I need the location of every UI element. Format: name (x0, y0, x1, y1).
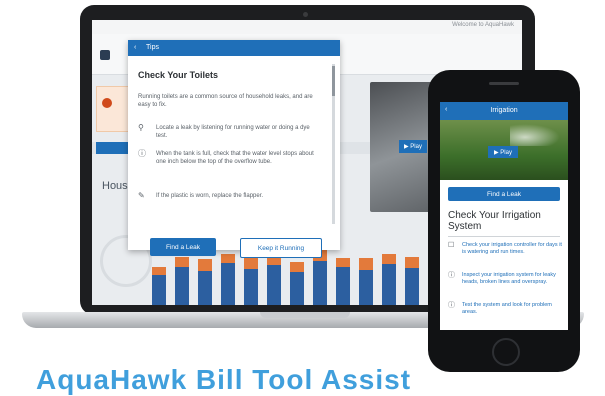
chart-bar (221, 254, 235, 305)
chart-bar (336, 258, 350, 305)
phone-title: Check Your Irrigation System (448, 210, 541, 232)
bar-segment-top (359, 258, 373, 270)
bar-segment-bottom (198, 271, 212, 305)
chart-bar (290, 262, 304, 305)
phone-screen: ‹ Irrigation ▶ Play Find a Leak Check Yo… (440, 102, 568, 330)
chart-bar (267, 252, 281, 305)
chart-bar (405, 257, 419, 305)
alert-icon (102, 98, 112, 108)
find-leak-button[interactable]: Find a Leak (150, 238, 216, 256)
home-button[interactable] (492, 338, 520, 366)
bar-segment-bottom (221, 263, 235, 305)
bar-segment-bottom (267, 265, 281, 305)
bar-segment-top (221, 254, 235, 263)
logo-icon (100, 50, 110, 60)
nav-tab-home[interactable] (96, 142, 132, 154)
modal-intro: Running toilets are a common source of h… (138, 94, 313, 108)
tips-modal: ‹ Tips Check Your Toilets Running toilet… (128, 40, 340, 258)
bar-segment-bottom (313, 261, 327, 305)
bar-segment-top (244, 258, 258, 269)
chart-bar (152, 267, 166, 305)
chart-bar (175, 257, 189, 305)
bar-segment-top (152, 267, 166, 275)
bar-segment-bottom (405, 268, 419, 305)
bar-segment-top (405, 257, 419, 268)
bar-segment-top (382, 254, 396, 264)
welcome-text: Welcome to AquaHawk (452, 22, 514, 28)
bar-segment-bottom (382, 264, 396, 305)
bar-segment-bottom (290, 272, 304, 305)
phone-header-title: Irrigation (490, 107, 518, 114)
laptop-notch (260, 312, 350, 318)
info-icon: ⓘ (448, 272, 455, 279)
camera-icon (303, 12, 308, 17)
bar-segment-top (290, 262, 304, 272)
bar-segment-bottom (175, 267, 189, 305)
chart-bar (244, 258, 258, 305)
divider (448, 236, 560, 237)
bar-segment-bottom (244, 269, 258, 305)
scrollbar-thumb[interactable] (332, 66, 335, 96)
bar-segment-bottom (336, 267, 350, 305)
bar-segment-top (175, 257, 189, 267)
bar-segment-top (198, 259, 212, 271)
bar-segment-bottom (359, 270, 373, 305)
video-play-button[interactable]: ▶ Play (488, 146, 518, 158)
find-leak-button[interactable]: Find a Leak (448, 187, 560, 201)
phone-header: ‹ Irrigation (440, 102, 568, 120)
keep-running-button[interactable]: Keep it Running (240, 238, 322, 258)
modal-header: ‹ Tips (128, 40, 340, 56)
video-play-button[interactable]: ▶ Play (399, 140, 427, 153)
chart-bar (359, 258, 373, 305)
back-icon[interactable]: ‹ (134, 44, 136, 51)
bar-segment-bottom (152, 275, 166, 305)
tool-icon: ✎ (138, 191, 145, 200)
info-icon: ⓘ (138, 149, 146, 158)
chart-bar (382, 254, 396, 305)
speaker-icon (489, 82, 519, 85)
info-icon: ⓘ (448, 302, 455, 309)
check-icon: ☐ (448, 242, 455, 249)
caption: AquaHawk Bill Tool Assist (36, 364, 412, 395)
search-icon: ⚲ (138, 123, 144, 132)
sprinkler-spray (510, 124, 560, 146)
bar-segment-top (336, 258, 350, 267)
chart-bar (198, 259, 212, 305)
modal-title: Check Your Toilets (138, 70, 219, 80)
top-bar: Welcome to AquaHawk (92, 20, 522, 34)
modal-header-title: Tips (146, 44, 159, 51)
